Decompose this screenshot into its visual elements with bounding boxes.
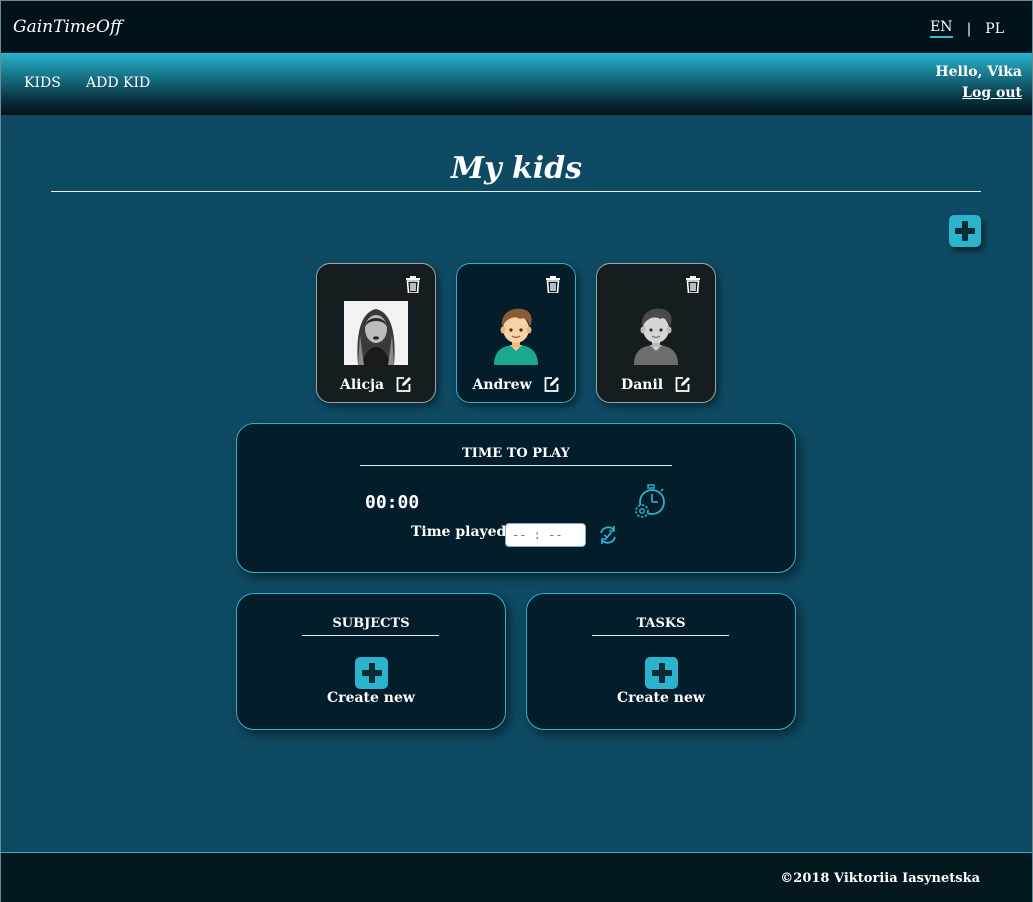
title-divider xyxy=(51,191,981,192)
kid-name-row: Andrew xyxy=(457,376,575,393)
top-bar: GainTimeOff EN | PL xyxy=(1,1,1032,53)
panel-title: SUBJECTS xyxy=(332,616,410,631)
panel-divider xyxy=(592,635,729,636)
lang-pl-link[interactable]: PL xyxy=(985,21,1004,37)
panel-title: TIME TO PLAY xyxy=(462,446,570,461)
kid-name: Danil xyxy=(621,376,664,393)
copyright-text: ©2018 Viktoriia Iasynetska xyxy=(780,871,980,886)
lang-en-link[interactable]: EN xyxy=(930,19,953,38)
timer-display: 00:00 xyxy=(365,492,420,513)
trash-icon[interactable] xyxy=(545,276,561,293)
language-switcher: EN | PL xyxy=(930,19,1004,38)
boy-avatar-icon xyxy=(494,308,538,365)
edit-icon[interactable] xyxy=(395,376,412,393)
edit-icon[interactable] xyxy=(674,376,691,393)
panel-divider xyxy=(360,465,672,466)
footer: ©2018 Viktoriia Iasynetska xyxy=(1,852,1032,902)
kid-name: Andrew xyxy=(472,376,532,393)
create-subject-label[interactable]: Create new xyxy=(237,690,505,706)
boy-avatar-gray-icon xyxy=(634,308,678,365)
logout-link[interactable]: Log out xyxy=(962,85,1022,101)
page-title: My kids xyxy=(450,151,583,186)
time-to-play-panel: TIME TO PLAY 00:00 Time played: xyxy=(236,423,796,573)
lang-separator: | xyxy=(966,20,972,37)
user-greeting: Hello, Vika xyxy=(935,64,1022,80)
nav-bar: KIDS ADD KID Hello, Vika Log out xyxy=(1,53,1032,115)
plus-icon xyxy=(955,221,975,241)
add-kid-button[interactable] xyxy=(949,215,981,247)
time-played-input[interactable] xyxy=(505,523,586,547)
add-task-button[interactable] xyxy=(645,657,678,689)
trash-icon[interactable] xyxy=(685,276,701,293)
add-subject-button[interactable] xyxy=(355,657,388,689)
kid-card-andrew[interactable]: Andrew xyxy=(456,263,576,403)
kid-name-row: Danil xyxy=(597,376,715,393)
tasks-panel: TASKS Create new xyxy=(526,593,796,730)
nav-add-kid-link[interactable]: ADD KID xyxy=(86,75,150,91)
plus-icon xyxy=(651,663,672,683)
panel-divider xyxy=(302,635,439,636)
stopwatch-gear-icon[interactable] xyxy=(633,484,667,520)
kid-name-row: Alicja xyxy=(317,376,435,393)
kid-card-alicja[interactable]: Alicja xyxy=(316,263,436,403)
subjects-panel: SUBJECTS Create new xyxy=(236,593,506,730)
kid-name: Alicja xyxy=(339,376,385,393)
trash-icon[interactable] xyxy=(405,276,421,293)
plus-icon xyxy=(361,663,382,683)
time-played-label: Time played: xyxy=(411,524,512,540)
refresh-check-icon[interactable] xyxy=(597,524,619,546)
brand-logo[interactable]: GainTimeOff xyxy=(13,17,122,37)
edit-icon[interactable] xyxy=(543,376,560,393)
kid-card-danil[interactable]: Danil xyxy=(596,263,716,403)
panel-title: TASKS xyxy=(636,616,686,631)
create-task-label[interactable]: Create new xyxy=(527,690,795,706)
kid-photo-alicja xyxy=(344,301,408,365)
nav-kids-link[interactable]: KIDS xyxy=(24,75,61,91)
